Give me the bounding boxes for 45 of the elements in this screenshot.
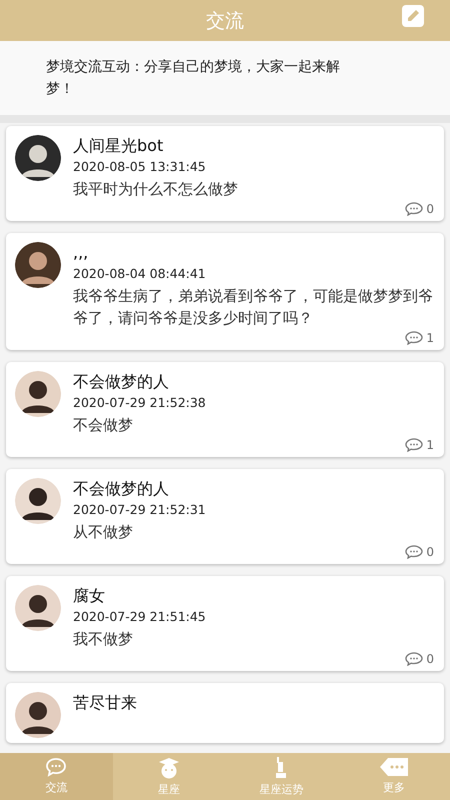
comment-icon <box>405 545 424 559</box>
post-content: 从不做梦 <box>73 522 134 543</box>
comment-count: 0 <box>426 652 434 666</box>
comment-icon <box>405 202 424 216</box>
avatar <box>15 585 61 631</box>
page-title: 交流 <box>206 8 244 34</box>
comment-icon <box>405 652 424 666</box>
pencil-icon <box>406 9 420 23</box>
comment-count: 1 <box>426 331 434 345</box>
post-card[interactable]: ,,, 2020-08-04 08:44:41 我爷爷生病了，弟弟说看到爷爷了，可能是做梦梦到爷爷了，请问爷爷是没多少时间了吗？ 1 <box>6 233 444 350</box>
statue-icon <box>274 757 288 779</box>
post-card[interactable]: 不会做梦的人 2020-07-29 21:52:38 不会做梦 1 <box>6 362 444 457</box>
comment-icon <box>405 438 424 452</box>
post-content: 我平时为什么不怎么做梦 <box>73 179 239 200</box>
author-name: 腐女 <box>73 585 106 607</box>
post-time: 2020-07-29 21:52:38 <box>73 394 207 412</box>
avatar <box>15 692 61 738</box>
post-content: 我不做梦 <box>73 629 134 650</box>
author-name: ,,, <box>73 242 90 264</box>
comment-count: 1 <box>426 438 434 452</box>
chat-icon <box>45 757 68 777</box>
author-name: 苦尽甘来 <box>73 692 138 714</box>
post-time: 2020-08-05 13:31:45 <box>73 158 207 176</box>
post-time: 2020-07-29 21:51:45 <box>73 608 207 626</box>
post-content: 我爷爷生病了，弟弟说看到爷爷了，可能是做梦梦到爷爷了，请问爷爷是没多少时间了吗？ <box>73 286 434 329</box>
post-card[interactable]: 腐女 2020-07-29 21:51:45 我不做梦 0 <box>6 576 444 671</box>
post-card[interactable]: 不会做梦的人 2020-07-29 21:52:31 从不做梦 0 <box>6 469 444 564</box>
author-name: 人间星光bot <box>73 135 164 157</box>
more-icon <box>378 757 409 777</box>
post-content: 不会做梦 <box>73 415 134 436</box>
avatar <box>15 242 61 288</box>
comment-icon <box>405 331 424 345</box>
avatar <box>15 478 61 524</box>
post-card[interactable]: 人间星光bot 2020-08-05 13:31:45 我平时为什么不怎么做梦 0 <box>6 126 444 221</box>
author-name: 不会做梦的人 <box>73 371 170 393</box>
edit-button[interactable] <box>402 5 424 27</box>
comment-count: 0 <box>426 545 434 559</box>
comment-count: 0 <box>426 202 434 216</box>
author-name: 不会做梦的人 <box>73 478 170 500</box>
post-time: 2020-07-29 21:52:31 <box>73 501 207 519</box>
intro-text: 梦境交流互动：分享自己的梦境，大家一起来解梦！ <box>46 58 341 99</box>
post-card[interactable]: 苦尽甘来 <box>6 683 444 743</box>
post-time: 2020-08-04 08:44:41 <box>73 265 207 283</box>
avatar <box>15 135 61 181</box>
avatar <box>15 371 61 417</box>
